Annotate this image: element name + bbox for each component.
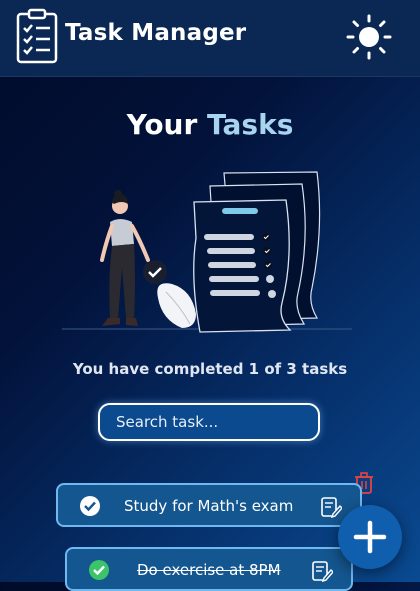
checklist-clipboard-icon — [16, 8, 58, 64]
progress-text: You have completed 1 of 3 tasks — [72, 360, 348, 378]
page-title-accent: Tasks — [207, 108, 294, 141]
app-title: Task Manager — [65, 20, 247, 46]
sun-icon[interactable] — [346, 14, 392, 60]
edit-note-icon[interactable] — [320, 496, 342, 518]
woman-checking-checklist-illustration — [62, 171, 352, 333]
app-header: Task Manager — [0, 0, 420, 77]
task-title: Study for Math's exam — [124, 497, 294, 515]
check-circle-icon[interactable] — [80, 496, 100, 516]
search-box — [98, 403, 320, 441]
add-task-button[interactable] — [338, 505, 402, 569]
check-circle-icon[interactable] — [89, 560, 109, 580]
plus-icon — [353, 520, 387, 554]
search-input[interactable] — [100, 405, 318, 439]
task-item[interactable]: Do exercise at 8PM — [65, 547, 353, 591]
edit-note-icon[interactable] — [311, 560, 333, 582]
page-title-first: Your — [126, 108, 198, 141]
page-title: Your Tasks — [0, 108, 420, 141]
task-title: Do exercise at 8PM — [137, 561, 281, 579]
task-item[interactable]: Study for Math's exam — [56, 483, 362, 527]
